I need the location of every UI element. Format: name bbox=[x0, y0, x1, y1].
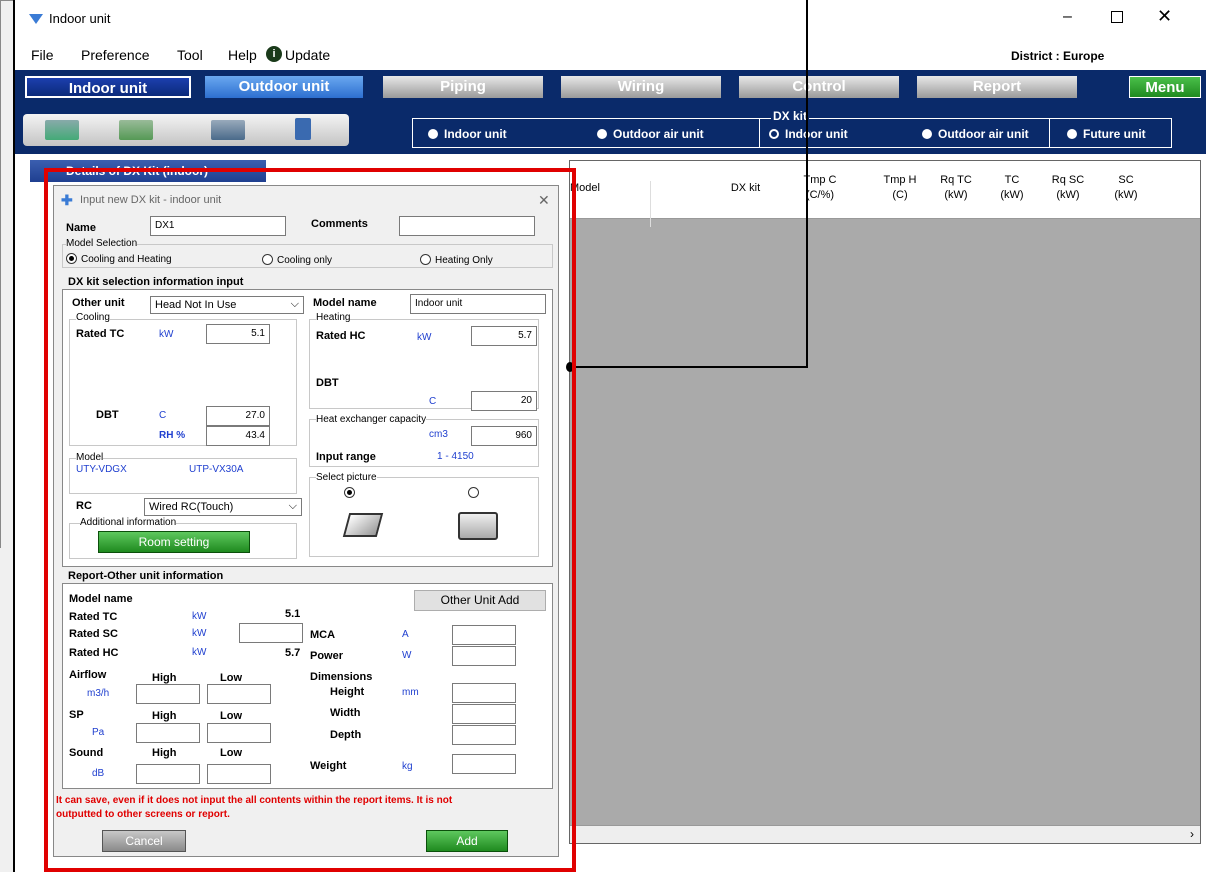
nav-piping[interactable]: Piping bbox=[383, 76, 543, 98]
col-tmph-l2: (C) bbox=[892, 189, 908, 201]
dx-kit-label: DX kit bbox=[771, 109, 810, 123]
col-tmp-c[interactable]: Tmp C (C/%) bbox=[790, 173, 850, 203]
radio-indoor-label: Indoor unit bbox=[444, 127, 507, 141]
add-unit-icon[interactable] bbox=[45, 120, 79, 140]
col-tc-l1: TC bbox=[1004, 174, 1020, 186]
nav-control[interactable]: Control bbox=[739, 76, 899, 98]
radio-future-label: Future unit bbox=[1083, 127, 1146, 141]
menu-bar: File Preference Tool Help i Update Distr… bbox=[15, 42, 1206, 70]
col-model[interactable]: Model bbox=[570, 181, 650, 196]
radio-outdoor-air-label: Outdoor air unit bbox=[613, 127, 704, 141]
col-tc-l2: (kW) bbox=[1000, 189, 1024, 201]
nav-outdoor-unit[interactable]: Outdoor unit bbox=[205, 76, 363, 98]
nav-wiring[interactable]: Wiring bbox=[561, 76, 721, 98]
annotation-line-horizontal bbox=[570, 366, 808, 368]
nav-menu-label: Menu bbox=[1145, 79, 1185, 96]
grid-header: Model DX kit Tmp C (C/%) Tmp H (C) Rq TC (k… bbox=[570, 161, 1200, 227]
nav-piping-label: Piping bbox=[440, 78, 486, 95]
info-icon: i bbox=[266, 46, 282, 62]
toolbar: Indoor unit Outdoor air unit DX kit Indo… bbox=[15, 106, 1206, 154]
col-rqsc-l1: Rq SC bbox=[1051, 174, 1085, 186]
menu-file[interactable]: File bbox=[31, 47, 54, 63]
nav-report[interactable]: Report bbox=[917, 76, 1077, 98]
col-tmpc-l2: (C/%) bbox=[805, 189, 835, 201]
col-sc[interactable]: SC (kW) bbox=[1096, 173, 1156, 203]
col-rq-tc[interactable]: Rq TC (kW) bbox=[926, 173, 986, 203]
nav-wiring-label: Wiring bbox=[617, 78, 665, 95]
annotation-line-vertical bbox=[806, 0, 808, 368]
title-bar: Indoor unit – ✕ bbox=[15, 0, 1206, 42]
nav-control-label: Control bbox=[792, 78, 846, 95]
district-label: District : Europe bbox=[1011, 49, 1105, 63]
menu-help[interactable]: Help bbox=[228, 47, 257, 63]
col-dxkit-label: DX kit bbox=[730, 182, 761, 194]
radio-dx-indoor-label: Indoor unit bbox=[785, 127, 848, 141]
col-tmph-l1: Tmp H bbox=[883, 174, 917, 186]
trash-icon[interactable] bbox=[295, 118, 311, 140]
close-icon[interactable]: ✕ bbox=[1157, 6, 1172, 27]
scroll-right-icon[interactable]: › bbox=[1190, 827, 1194, 841]
menu-tool[interactable]: Tool bbox=[177, 47, 203, 63]
col-rqsc-l2: (kW) bbox=[1056, 189, 1080, 201]
nav-menu[interactable]: Menu bbox=[1129, 76, 1201, 98]
menu-update[interactable]: Update bbox=[285, 47, 330, 63]
highlight-box bbox=[44, 168, 576, 872]
edit-unit-icon[interactable] bbox=[119, 120, 153, 140]
radio-indoor-unit[interactable]: Indoor unit bbox=[428, 127, 507, 141]
nav-outdoor-label: Outdoor unit bbox=[238, 78, 330, 95]
menu-preference[interactable]: Preference bbox=[81, 47, 149, 63]
app-icon bbox=[29, 14, 43, 24]
radio-dx-indoor-unit[interactable]: Indoor unit bbox=[769, 127, 848, 141]
col-sc-l1: SC bbox=[1118, 174, 1134, 186]
col-rq-sc[interactable]: Rq SC (kW) bbox=[1038, 173, 1098, 203]
col-tc[interactable]: TC (kW) bbox=[982, 173, 1042, 203]
horizontal-scrollbar[interactable] bbox=[570, 825, 1200, 843]
nav-indoor-unit[interactable]: Indoor unit bbox=[25, 76, 191, 98]
radio-dx-outdoor-air-unit[interactable]: Outdoor air unit bbox=[922, 127, 1029, 141]
window-title: Indoor unit bbox=[49, 11, 111, 26]
maximize-icon[interactable] bbox=[1111, 11, 1123, 23]
col-tmpc-l1: Tmp C bbox=[803, 174, 837, 186]
col-tmp-h[interactable]: Tmp H (C) bbox=[870, 173, 930, 203]
radio-future-unit[interactable]: Future unit bbox=[1067, 127, 1146, 141]
col-sc-l2: (kW) bbox=[1114, 189, 1138, 201]
col-rqtc-l2: (kW) bbox=[944, 189, 968, 201]
nav-indoor-label: Indoor unit bbox=[68, 80, 148, 97]
unit-grid: Model DX kit Tmp C (C/%) Tmp H (C) Rq TC (k… bbox=[569, 160, 1201, 844]
col-rqtc-l1: Rq TC bbox=[940, 174, 972, 186]
minimize-icon[interactable]: – bbox=[1063, 8, 1072, 26]
nav-bar: Indoor unit Outdoor unit Piping Wiring C… bbox=[15, 70, 1206, 106]
nav-report-label: Report bbox=[972, 78, 1022, 95]
radio-outdoor-air-unit[interactable]: Outdoor air unit bbox=[597, 127, 704, 141]
radio-dx-outdoor-label: Outdoor air unit bbox=[938, 127, 1029, 141]
copy-unit-icon[interactable] bbox=[211, 120, 245, 140]
